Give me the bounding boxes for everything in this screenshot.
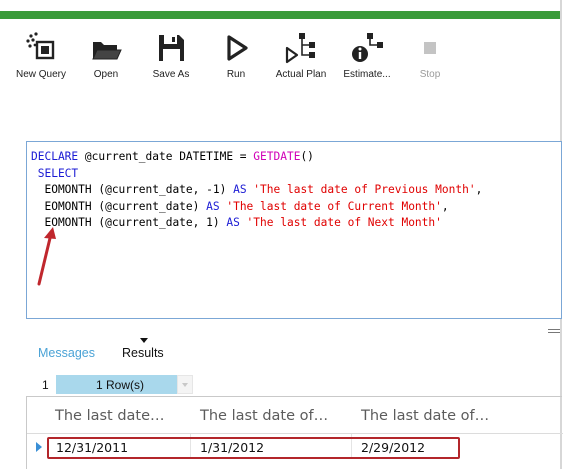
new-query-icon (26, 32, 55, 60)
sql-text: EOMONTH (@current_date) (31, 199, 207, 213)
stop-button[interactable]: Stop (414, 28, 446, 90)
code-line[interactable]: DECLARE @current_date DATETIME = GETDATE… (31, 149, 482, 166)
code-line[interactable]: SELECT (31, 166, 482, 183)
sql-code[interactable]: DECLARE @current_date DATETIME = GETDATE… (31, 149, 482, 232)
actual-plan-label: Actual Plan (275, 69, 327, 80)
save-as-button[interactable]: Save As (146, 28, 196, 90)
splitter-grip[interactable] (548, 329, 560, 334)
tab-results[interactable]: Results (122, 346, 164, 360)
row-count-badge[interactable]: 1 Row(s) (56, 375, 177, 394)
new-query-label: New Query (15, 69, 66, 80)
sql-keyword: SELECT (31, 166, 79, 180)
result-set-number: 1 (42, 378, 49, 392)
highlighted-row-box (47, 437, 460, 459)
estimated-plan-label: Estimate... (343, 69, 391, 80)
estimated-plan-icon (352, 33, 383, 62)
result-set-dropdown[interactable] (177, 375, 193, 394)
folder-open-icon (92, 42, 122, 60)
sql-keyword: DECLARE (31, 150, 79, 163)
sql-keyword: AS (206, 199, 220, 213)
play-icon (227, 35, 248, 61)
open-button[interactable]: Open (84, 28, 128, 90)
sql-text: EOMONTH (@current_date, -1) (31, 183, 234, 196)
sql-function: GETDATE (253, 150, 301, 163)
stop-label: Stop (419, 69, 441, 80)
sql-string: 'The last date of Current Month' (219, 199, 442, 213)
header-divider (27, 433, 563, 434)
sql-text: , (441, 199, 449, 213)
open-label: Open (93, 69, 119, 80)
result-set-bar: 1 1 Row(s) (26, 375, 562, 395)
code-line[interactable]: EOMONTH (@current_date, -1) AS 'The last… (31, 182, 482, 199)
new-query-button[interactable]: New Query (12, 28, 70, 90)
code-line[interactable]: EOMONTH (@current_date) AS 'The last dat… (31, 199, 482, 216)
chevron-down-icon (140, 338, 148, 343)
sql-text: () (300, 150, 314, 163)
sql-keyword: AS (233, 183, 247, 196)
results-grid: The last date… The last date of… The las… (26, 396, 563, 469)
column-header[interactable]: The last date of… (361, 408, 489, 424)
toolbar: New Query Open Save As Run Actual Plan E… (0, 20, 560, 90)
annotation-arrow-icon (37, 227, 56, 286)
sql-keyword: AS (226, 216, 240, 229)
sql-text: , (475, 183, 483, 196)
floppy-disk-icon (159, 35, 184, 61)
code-line[interactable]: EOMONTH (@current_date, 1) AS 'The last … (31, 215, 482, 232)
sql-string: 'The last date of Next Month' (239, 216, 442, 229)
run-button[interactable]: Run (216, 28, 256, 90)
estimated-plan-button[interactable]: Estimate... (340, 28, 394, 90)
stop-icon (424, 42, 436, 54)
save-as-label: Save As (152, 69, 190, 80)
actual-plan-icon (285, 33, 315, 64)
row-indicator-icon (36, 442, 42, 452)
sql-text: @current_date DATETIME = (78, 150, 254, 163)
column-header[interactable]: The last date… (55, 408, 165, 424)
run-label: Run (226, 69, 246, 80)
tab-messages[interactable]: Messages (38, 346, 95, 360)
actual-plan-button[interactable]: Actual Plan (272, 28, 330, 90)
accent-bar (0, 11, 560, 19)
query-editor[interactable]: DECLARE @current_date DATETIME = GETDATE… (26, 141, 562, 319)
sql-string: 'The last date of Previous Month' (246, 183, 476, 196)
column-header[interactable]: The last date of… (200, 408, 328, 424)
